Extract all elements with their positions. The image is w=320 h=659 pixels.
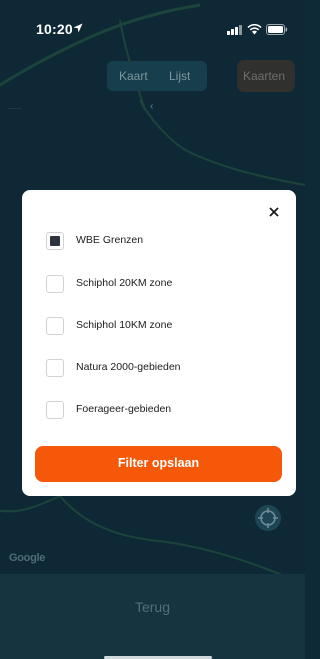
wifi-icon <box>247 24 262 35</box>
filter-option-wbe-grenzen[interactable]: WBE Grenzen <box>46 232 276 256</box>
status-bar: 10:20 <box>0 0 305 44</box>
checkbox-checked[interactable] <box>46 232 64 250</box>
option-label: Schiphol 20KM zone <box>76 277 173 289</box>
status-time: 10:20 <box>36 21 73 37</box>
segment-lijst[interactable]: Lijst <box>169 69 190 83</box>
filter-option-schiphol-10km[interactable]: Schiphol 10KM zone <box>46 317 276 341</box>
option-label: Foerageer-gebieden <box>76 403 172 415</box>
map-place-label: ········ <box>8 106 22 112</box>
filter-option-natura-2000[interactable]: Natura 2000-gebieden <box>46 359 276 383</box>
crosshair-icon <box>258 508 278 528</box>
checkbox-fill <box>50 236 60 246</box>
back-button[interactable]: Terug <box>0 599 305 615</box>
save-filter-label: Filter opslaan <box>117 456 200 470</box>
option-label: WBE Grenzen <box>76 234 144 246</box>
filter-modal: WBE Grenzen Schiphol 20KM zone Schiphol … <box>22 190 296 496</box>
view-segmented-control: Kaart Lijst <box>107 61 207 91</box>
locate-button[interactable] <box>255 505 281 531</box>
checkbox[interactable] <box>46 317 64 335</box>
filter-option-foerageer[interactable]: Foerageer-gebieden <box>46 401 276 425</box>
app-screen: ········ ‹ Kaart Lijst Kaarten Google Te… <box>0 0 305 659</box>
location-arrow-icon <box>73 23 83 33</box>
segment-kaart[interactable]: Kaart <box>119 69 148 83</box>
checkbox[interactable] <box>46 275 64 293</box>
option-label: Schiphol 10KM zone <box>76 319 173 331</box>
map-marker-icon: ‹ <box>150 101 154 112</box>
checkbox[interactable] <box>46 359 64 377</box>
map-attribution: Google <box>9 552 46 564</box>
save-filter-button[interactable]: Filter opslaan <box>35 446 282 482</box>
option-label: Natura 2000-gebieden <box>76 361 181 373</box>
filter-option-schiphol-20km[interactable]: Schiphol 20KM zone <box>46 275 276 299</box>
maps-button-label: Kaarten <box>243 69 286 83</box>
close-button[interactable] <box>264 202 284 222</box>
close-icon <box>269 207 279 217</box>
battery-icon <box>266 24 288 35</box>
bottom-bar: Terug <box>0 574 305 659</box>
maps-button[interactable]: Kaarten <box>237 60 295 92</box>
signal-icon <box>227 25 242 35</box>
checkbox[interactable] <box>46 401 64 419</box>
